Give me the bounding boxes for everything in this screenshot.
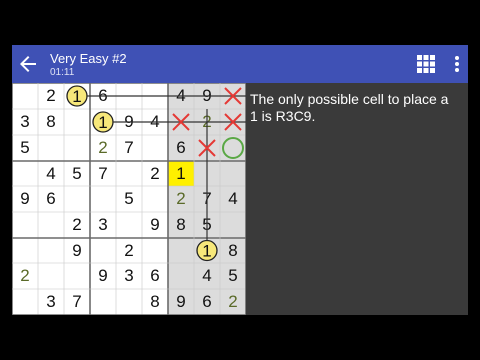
hint-overlay: 111 <box>12 83 246 315</box>
sudoku-board: 2164938194252764572196527423985921829364… <box>12 83 246 315</box>
circled-one-digit: 1 <box>72 87 81 106</box>
circled-one-digit: 1 <box>202 242 211 261</box>
grid-apps-icon[interactable] <box>416 54 436 74</box>
target-cell-ring <box>222 137 244 159</box>
app-toolbar: Very Easy #2 01:11 <box>12 45 468 83</box>
more-vert-icon[interactable] <box>449 52 465 76</box>
arrow-left-icon[interactable] <box>16 52 40 76</box>
hint-panel: The only possible cell to place a 1 is R… <box>246 83 468 315</box>
puzzle-title: Very Easy #2 <box>50 51 127 66</box>
sudoku-app: Very Easy #2 01:11 216493819425276457219… <box>12 45 468 315</box>
circled-one-digit: 1 <box>98 113 107 132</box>
timer: 01:11 <box>50 67 75 78</box>
hint-text: The only possible cell to place a 1 is R… <box>250 91 449 124</box>
